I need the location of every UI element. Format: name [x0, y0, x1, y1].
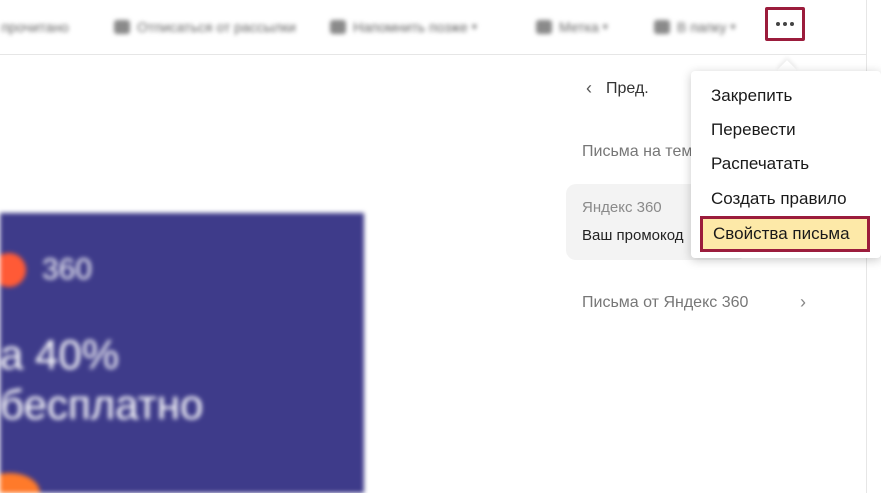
mark-read-button[interactable]: в прочитано — [0, 17, 69, 37]
banner-decoration — [0, 473, 40, 493]
tag-button[interactable]: Метка ▾ — [536, 17, 608, 37]
chevron-down-icon: ▾ — [602, 21, 608, 33]
move-to-folder-button[interactable]: В папку ▾ — [654, 17, 736, 37]
more-actions-button[interactable] — [765, 7, 805, 41]
unsubscribe-icon — [114, 20, 130, 34]
mail-toolbar: в прочитано Отписаться от рассылки Напом… — [0, 0, 866, 55]
menu-item-pin[interactable]: Закрепить — [691, 79, 881, 113]
chevron-down-icon: ▾ — [471, 21, 477, 33]
chevron-right-icon: › — [800, 292, 806, 312]
remind-later-button[interactable]: Напомнить позже ▾ — [330, 17, 477, 37]
menu-item-message-properties[interactable]: Свойства письма — [700, 216, 870, 252]
banner-subheadline: бесплатно — [0, 381, 204, 428]
logo-dot-icon — [0, 253, 26, 287]
tag-icon — [536, 20, 552, 34]
more-horizontal-icon — [776, 22, 794, 26]
thread-sender: Яндекс 360 — [582, 199, 662, 216]
banner-headline: а 40% — [0, 331, 120, 378]
chevron-left-icon: ‹ — [586, 78, 592, 98]
more-actions-menu: Закрепить Перевести Распечатать Создать … — [691, 71, 881, 258]
yandex-360-logo: 360 — [0, 253, 92, 287]
thread-subject: Ваш промокод — [582, 227, 684, 244]
promo-banner: 360 а 40% бесплатно — [0, 213, 364, 493]
emails-from-sender-link[interactable]: Письма от Яндекс 360 — [582, 294, 748, 312]
remind-icon — [330, 20, 346, 34]
chevron-down-icon: ▾ — [730, 21, 736, 33]
menu-item-print[interactable]: Распечатать — [691, 147, 881, 181]
menu-item-translate[interactable]: Перевести — [691, 113, 881, 147]
unsubscribe-button[interactable]: Отписаться от рассылки — [114, 17, 296, 37]
thread-header: Письма на тему — [582, 143, 701, 160]
folder-icon — [654, 20, 670, 34]
menu-item-create-rule[interactable]: Создать правило — [691, 182, 881, 216]
prev-email-link[interactable]: ‹ Пред. — [586, 78, 649, 99]
